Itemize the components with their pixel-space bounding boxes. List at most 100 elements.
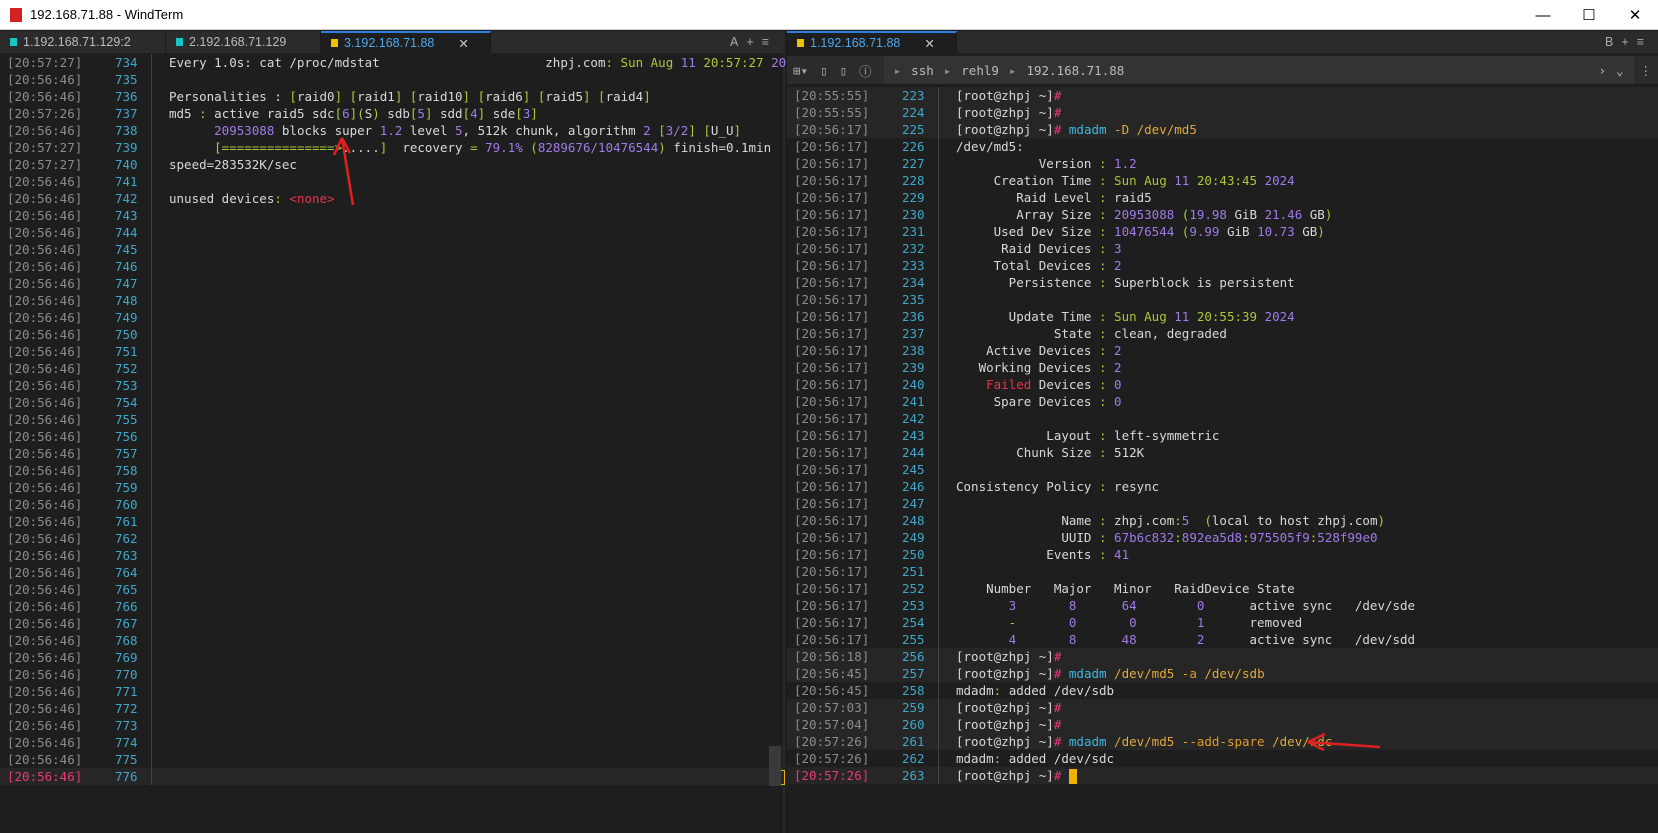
gutter: [938, 716, 956, 733]
gutter: [151, 139, 169, 156]
terminal-line: [20:56:46] 773: [0, 717, 783, 734]
text-segment: 20:55:39: [1189, 309, 1265, 324]
breadcrumb: ▸ ssh ▸ rehl9 ▸ 192.168.71.88 › ⌄: [883, 56, 1634, 84]
timestamp: [20:56:17]: [794, 173, 870, 188]
terminal-line: [20:55:55] 223 [root@zhpj ~]#: [787, 87, 1658, 104]
minimize-button[interactable]: —: [1520, 0, 1566, 30]
timestamp: [20:56:17]: [794, 139, 870, 154]
tab-2[interactable]: 2.192.168.71.129: [166, 31, 321, 53]
text-segment: added /dev/sdb: [1001, 683, 1115, 698]
text-segment: Working Devices: [956, 360, 1099, 375]
terminal-line: [20:56:17] 238 Active Devices : 2: [787, 342, 1658, 359]
tab-close-icon[interactable]: ✕: [924, 36, 934, 51]
tab-1[interactable]: 1.192.168.71.88 ✕: [787, 31, 957, 53]
terminal-line: [20:56:17] 242: [787, 410, 1658, 427]
line-text: Failed Devices : 0: [956, 376, 1658, 393]
tab-1[interactable]: 1.192.168.71.129:2: [0, 31, 166, 53]
text-segment: /dev/md5: [1106, 666, 1182, 681]
terminal-line: [20:56:46] 759: [0, 479, 783, 496]
line-number: 764: [115, 565, 138, 580]
text-segment: 3: [1106, 241, 1122, 256]
terminal-line: [20:56:46] 749: [0, 309, 783, 326]
new-tab-button[interactable]: +: [1621, 35, 1636, 49]
terminal-line: [20:56:46] 742 unused devices: <none>: [0, 190, 783, 207]
line-number: 755: [115, 412, 138, 427]
new-tab-button[interactable]: +: [746, 35, 761, 49]
chevron-down-icon[interactable]: ⌄: [1616, 63, 1624, 78]
timestamp: [20:56:17]: [794, 360, 870, 375]
timestamp: [20:55:55]: [794, 105, 870, 120]
line-number: 240: [902, 377, 925, 392]
timestamp: [20:56:46]: [7, 752, 83, 767]
timestamp: [20:56:46]: [7, 310, 83, 325]
gutter: [938, 274, 956, 291]
breadcrumb-item[interactable]: ssh: [911, 63, 934, 78]
duplicate-session-icon[interactable]: ▯: [840, 63, 848, 78]
terminal-line: [20:56:46] 771: [0, 683, 783, 700]
line-number: 754: [115, 395, 138, 410]
left-terminal-pane[interactable]: 1.192.168.71.129:2 2.192.168.71.129 3.19…: [0, 31, 801, 833]
text-segment: zhpj.com: [1106, 513, 1175, 528]
line-text: Active Devices : 2: [956, 342, 1658, 359]
text-segment: : Sun Aug: [605, 55, 681, 70]
text-segment: :: [1099, 530, 1107, 545]
scrollbar-thumb[interactable]: [769, 746, 781, 786]
line-number: 776: [115, 769, 138, 784]
line-number: 751: [115, 344, 138, 359]
timestamp: [20:56:45]: [794, 666, 870, 681]
text-segment: 2024: [1264, 309, 1295, 324]
line-number: 238: [902, 343, 925, 358]
gutter: [151, 292, 169, 309]
tab-close-icon[interactable]: ✕: [458, 36, 468, 51]
line-text: [169, 751, 783, 768]
timestamp: [20:57:03]: [794, 700, 870, 715]
gutter: [151, 88, 169, 105]
timestamp: [20:57:27]: [7, 140, 83, 155]
line-text: [956, 461, 1658, 478]
line-text: [169, 292, 783, 309]
close-session-icon[interactable]: ▯: [820, 63, 828, 78]
text-segment: raid10: [417, 89, 463, 104]
close-button[interactable]: ✕: [1612, 0, 1658, 30]
gutter: [151, 479, 169, 496]
line-text: Raid Level : raid5: [956, 189, 1658, 206]
line-number: 251: [902, 564, 925, 579]
tab-menu-button[interactable]: ≡: [762, 35, 777, 49]
terminal-output[interactable]: [20:55:55] 223 [root@zhpj ~]# [20:55:55] 224…: [787, 87, 1658, 784]
terminal-line: [20:56:46] 745: [0, 241, 783, 258]
line-text: speed=283532K/sec: [169, 156, 783, 173]
text-segment: 9.99: [1189, 224, 1220, 239]
maximize-button[interactable]: ☐: [1566, 0, 1612, 30]
line-number: 232: [902, 241, 925, 256]
text-segment: 10.73: [1257, 224, 1295, 239]
terminal-line: [20:56:46] 767: [0, 615, 783, 632]
text-segment: [: [462, 106, 471, 121]
gutter: [151, 768, 169, 785]
chevron-right-icon[interactable]: ›: [1598, 63, 1606, 78]
text-segment: active raid5 sdc: [206, 106, 335, 121]
gutter: [151, 394, 169, 411]
terminal-line: [20:56:46] 735: [0, 71, 783, 88]
tab-3[interactable]: 3.192.168.71.88 ✕: [321, 31, 491, 53]
info-icon[interactable]: ⓘ: [859, 61, 872, 80]
breadcrumb-item[interactable]: rehl9: [961, 63, 999, 78]
line-text: [169, 598, 783, 615]
text-segment: 19.98: [1189, 207, 1227, 222]
right-terminal-pane[interactable]: 1.192.168.71.88 ✕ B+≡ ⊞▾ ▯ ▯ ⓘ ▸ ssh ▸ rehl…: [787, 31, 1658, 833]
new-session-icon[interactable]: ⊞▾: [793, 63, 808, 78]
gutter: [151, 343, 169, 360]
gutter: [151, 156, 169, 173]
more-icon[interactable]: ⋮: [1640, 63, 1653, 78]
terminal-line: [20:57:26] 261 [root@zhpj ~]# mdadm /dev/m…: [787, 733, 1658, 750]
text-segment: =: [470, 140, 478, 155]
text-segment: -: [956, 615, 1017, 630]
tab-menu-button[interactable]: ≡: [1637, 35, 1652, 49]
text-segment: ] [: [462, 89, 486, 104]
line-text: [169, 496, 783, 513]
terminal-output[interactable]: [20:57:27] 734 Every 1.0s: cat /proc/mdsta…: [0, 54, 801, 785]
text-segment: :: [1099, 513, 1107, 528]
terminal-line: [20:57:26] 263 [root@zhpj ~]#: [787, 767, 1658, 784]
line-text: [root@zhpj ~]#: [956, 104, 1658, 121]
breadcrumb-item[interactable]: 192.168.71.88: [1026, 63, 1124, 78]
line-text: Layout : left-symmetric: [956, 427, 1658, 444]
